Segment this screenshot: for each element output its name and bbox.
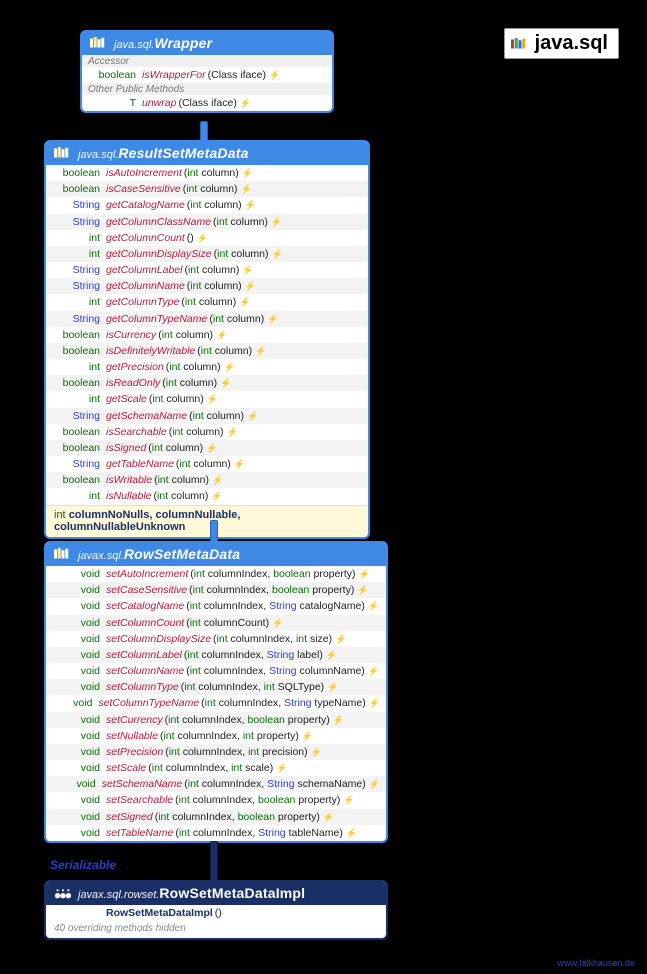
class-name: ResultSetMetaData xyxy=(118,145,248,161)
class-box-rsmd: java.sql.ResultSetMetaData booleanisAuto… xyxy=(44,140,370,539)
method-row: booleanisWrapperFor(Class iface)⚡ xyxy=(82,67,332,83)
method-row: voidsetPrecision(int columnIndex, int pr… xyxy=(46,744,386,760)
method-row: voidsetCatalogName(int columnIndex, Stri… xyxy=(46,598,386,614)
pkg-prefix: java.sql. xyxy=(78,149,118,161)
class-box-wrapper: java.sql.Wrapper Accessor booleanisWrapp… xyxy=(80,30,334,113)
method-row: intgetColumnType(int column)⚡ xyxy=(46,294,368,310)
method-row: voidsetScale(int columnIndex, int scale)… xyxy=(46,760,386,776)
class-title: javax.sql.RowSetMetaData xyxy=(46,543,386,566)
method-row: intgetPrecision(int column)⚡ xyxy=(46,359,368,375)
books-icon xyxy=(54,146,72,160)
method-row: booleanisAutoIncrement(int column)⚡ xyxy=(46,165,368,181)
class-box-impl: javax.sql.rowset.RowSetMetaDataImpl RowS… xyxy=(44,880,388,940)
footer-link[interactable]: www.falkhausen.de xyxy=(557,958,635,968)
pkg-prefix: java.sql. xyxy=(114,39,154,51)
method-row: booleanisDefinitelyWritable(int column)⚡ xyxy=(46,343,368,359)
class-box-rowset: javax.sql.RowSetMetaData voidsetAutoIncr… xyxy=(44,541,388,843)
method-row: voidsetSearchable(int columnIndex, boole… xyxy=(46,792,386,808)
method-row: StringgetColumnClassName(int column)⚡ xyxy=(46,214,368,230)
method-row: booleanisSearchable(int column)⚡ xyxy=(46,424,368,440)
method-row: StringgetTableName(int column)⚡ xyxy=(46,456,368,472)
method-row: voidsetColumnTypeName(int columnIndex, S… xyxy=(46,695,386,711)
pkg-prefix: javax.sql. xyxy=(78,550,124,562)
books-icon xyxy=(90,36,108,50)
pkg-prefix: javax.sql.rowset. xyxy=(78,889,159,901)
method-row: voidsetTableName(int columnIndex, String… xyxy=(46,825,386,841)
class-title: java.sql.ResultSetMetaData xyxy=(46,142,368,165)
ctor-row-wrap: RowSetMetaDataImpl () xyxy=(46,905,386,921)
serializable-label: Serializable xyxy=(50,858,116,872)
wrapper-rows-2: Tunwrap(Class iface)⚡ xyxy=(82,95,332,111)
bowling-icon xyxy=(54,886,72,900)
books-icon xyxy=(511,32,529,55)
method-row: intisNullable(int column)⚡ xyxy=(46,488,368,504)
method-row: voidsetNullable(int columnIndex, int pro… xyxy=(46,728,386,744)
method-row: voidsetColumnDisplaySize(int columnIndex… xyxy=(46,631,386,647)
wrapper-rows-1: booleanisWrapperFor(Class iface)⚡ xyxy=(82,67,332,83)
method-row: StringgetColumnTypeName(int column)⚡ xyxy=(46,311,368,327)
method-row: voidsetColumnLabel(int columnIndex, Stri… xyxy=(46,647,386,663)
ctor-name: RowSetMetaDataImpl xyxy=(106,906,215,920)
method-row: StringgetColumnLabel(int column)⚡ xyxy=(46,262,368,278)
method-row: voidsetSchemaName(int columnIndex, Strin… xyxy=(46,776,386,792)
connector xyxy=(210,841,218,883)
method-row: StringgetCatalogName(int column)⚡ xyxy=(46,197,368,213)
method-row: StringgetSchemaName(int column)⚡ xyxy=(46,408,368,424)
method-row: voidsetColumnName(int columnIndex, Strin… xyxy=(46,663,386,679)
method-row: voidsetCurrency(int columnIndex, boolean… xyxy=(46,712,386,728)
constants-block: int columnNoNulls, columnNullable, colum… xyxy=(46,505,368,537)
method-row: voidsetCaseSensitive(int columnIndex, bo… xyxy=(46,582,386,598)
method-rows: voidsetAutoIncrement(int columnIndex, bo… xyxy=(46,566,386,841)
class-name: Wrapper xyxy=(154,35,212,51)
books-icon xyxy=(54,547,72,561)
section-accessor: Accessor xyxy=(82,55,332,67)
package-name: java.sql xyxy=(535,32,608,55)
method-row: StringgetColumnName(int column)⚡ xyxy=(46,278,368,294)
method-row: voidsetAutoIncrement(int columnIndex, bo… xyxy=(46,566,386,582)
class-title: java.sql.Wrapper xyxy=(82,32,332,55)
diagram-canvas: java.sql java.sql.Wrapper Accessor boole… xyxy=(0,0,647,974)
package-badge: java.sql xyxy=(504,28,619,59)
method-row: booleanisCurrency(int column)⚡ xyxy=(46,327,368,343)
class-name: RowSetMetaDataImpl xyxy=(159,885,305,901)
method-rows: booleanisAutoIncrement(int column)⚡boole… xyxy=(46,165,368,505)
method-row: voidsetSigned(int columnIndex, boolean p… xyxy=(46,809,386,825)
method-row: intgetColumnDisplaySize(int column)⚡ xyxy=(46,246,368,262)
hidden-methods-note: 40 overriding methods hidden xyxy=(46,921,386,938)
class-name: RowSetMetaData xyxy=(124,546,240,562)
method-row: voidsetColumnType(int columnIndex, int S… xyxy=(46,679,386,695)
method-row: Tunwrap(Class iface)⚡ xyxy=(82,95,332,111)
method-row: booleanisSigned(int column)⚡ xyxy=(46,440,368,456)
method-row: booleanisCaseSensitive(int column)⚡ xyxy=(46,181,368,197)
method-row: intgetScale(int column)⚡ xyxy=(46,391,368,407)
class-title: javax.sql.rowset.RowSetMetaDataImpl xyxy=(46,882,386,905)
method-row: intgetColumnCount()⚡ xyxy=(46,230,368,246)
method-row: voidsetColumnCount(int columnCount)⚡ xyxy=(46,615,386,631)
method-row: booleanisWritable(int column)⚡ xyxy=(46,472,368,488)
method-row: booleanisReadOnly(int column)⚡ xyxy=(46,375,368,391)
field-type: int xyxy=(54,509,66,521)
section-other: Other Public Methods xyxy=(82,83,332,95)
ctor-params: () xyxy=(215,906,222,920)
constructor-row: RowSetMetaDataImpl () xyxy=(46,905,386,921)
